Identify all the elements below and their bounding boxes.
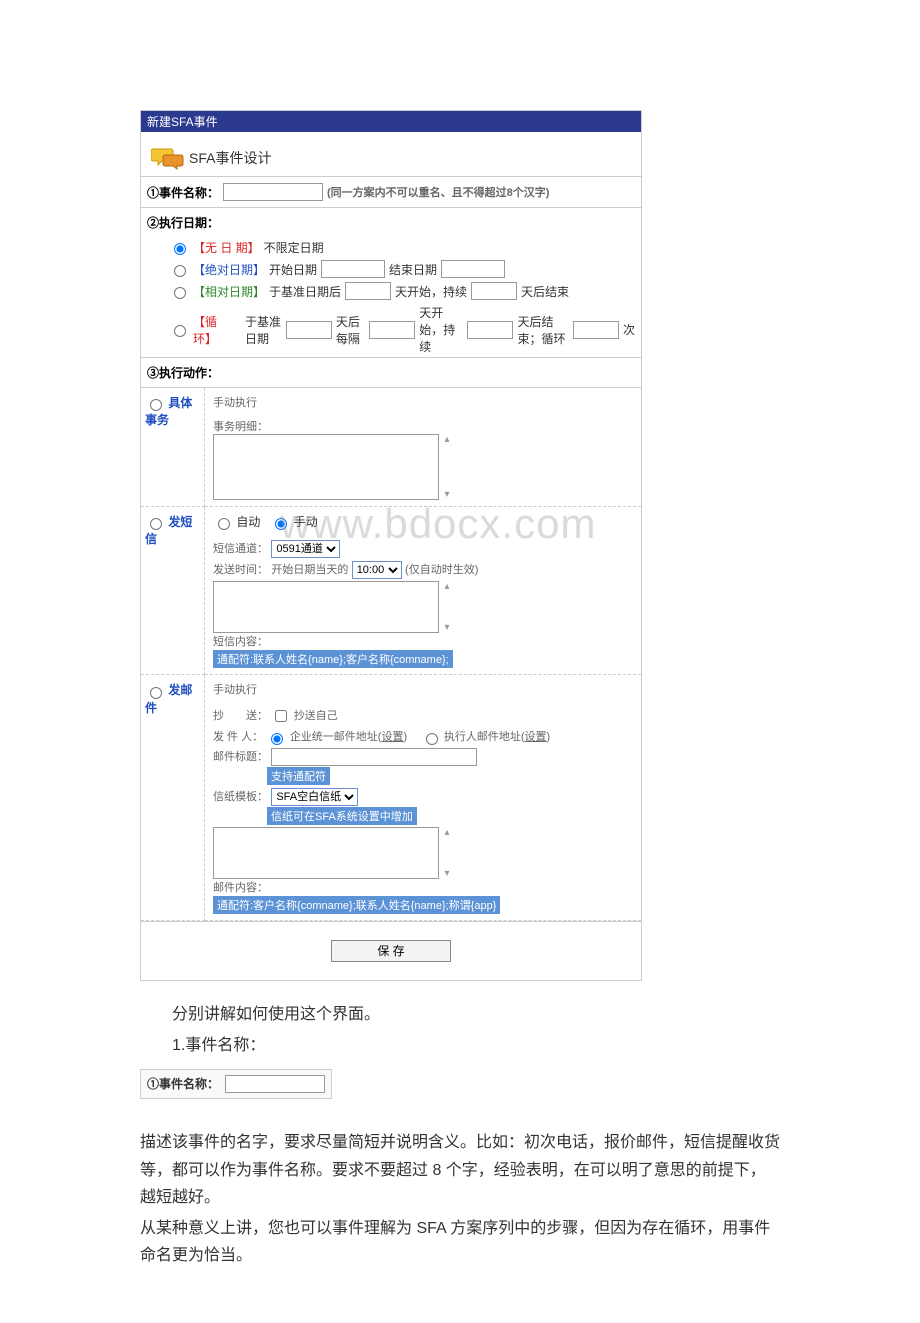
sms-time-select[interactable]: 10:00 (352, 561, 402, 579)
mail-subject-input[interactable] (271, 748, 477, 766)
event-name-input[interactable] (223, 183, 323, 201)
mail-sender-exec-text: 执行人邮件地址( (444, 731, 525, 743)
date-rel-after-input[interactable] (345, 282, 391, 300)
form-panel: 新建SFA事件 SFA事件设计 ①事件名称： (同一方案内不可以重名、且不得超过… (140, 110, 642, 981)
date-abs-end: 结束日期 (389, 261, 437, 278)
task-detail-textarea[interactable] (213, 434, 439, 500)
panel-title: 新建SFA事件 (141, 111, 641, 132)
chat-bubbles-icon (151, 146, 183, 170)
mail-sender-label: 发 件 人： (213, 731, 263, 743)
scrollbar-icon: ▴▾ (439, 434, 455, 500)
mail-tpl-select[interactable]: SFA空白信纸 (271, 788, 358, 806)
sms-wildcard-hint: 通配符:联系人姓名{name};客户名称{comname}; (213, 650, 453, 668)
mail-content-label: 邮件内容： (213, 882, 268, 894)
date-rel-t2: 天开始，持续 (395, 283, 467, 300)
mail-sender-exec-link[interactable]: 设置 (525, 731, 547, 743)
date-rel-dur-input[interactable] (471, 282, 517, 300)
doc-p3: 从某种意义上讲，您也可以事件理解为 SFA 方案序列中的步骤，但因为存在循环，用… (140, 1215, 780, 1269)
mail-tpl-label: 信纸模板： (213, 791, 268, 803)
exec-action-heading: ③执行动作： (141, 357, 641, 387)
doc-p1: 分别讲解如何使用这个界面。 (140, 1001, 780, 1028)
date-loop-t4: 天后结束；循环 (517, 313, 569, 347)
mail-manual: 手动执行 (213, 681, 633, 697)
sms-channel-label: 短信通道： (213, 543, 268, 555)
date-loop-t1: 于基准日期 (245, 313, 282, 347)
date-loop-t5: 次 (623, 321, 635, 338)
mail-cc-self-label: 抄送自己 (294, 711, 338, 723)
date-loop-i4[interactable] (573, 321, 619, 339)
mini-event-name-panel: ①事件名称： (140, 1069, 332, 1099)
mail-sender-corp-text: 企业统一邮件地址( (290, 731, 382, 743)
mail-tpl-hint: 信纸可在SFA系统设置中增加 (267, 807, 417, 825)
doc-body: 分别讲解如何使用这个界面。 1.事件名称： ①事件名称： 描述该事件的名字，要求… (140, 1001, 780, 1270)
date-loop-t2: 天后每隔 (336, 313, 365, 347)
date-abs-start-input[interactable] (321, 260, 385, 278)
date-loop-radio[interactable] (174, 325, 186, 337)
date-loop-i1[interactable] (286, 321, 332, 339)
date-loop-i2[interactable] (369, 321, 415, 339)
task-manual: 手动执行 (213, 394, 633, 410)
date-rel-radio[interactable] (174, 287, 186, 299)
mail-wildcard-hint: 通配符:客户名称{comname};联系人姓名{name};称谓{app} (213, 896, 500, 914)
date-rel-tag: 【相对日期】 (193, 283, 265, 300)
date-loop-i3[interactable] (467, 321, 513, 339)
mail-subject-label: 邮件标题： (213, 751, 268, 763)
sms-time-text2: (仅自动时生效) (405, 564, 478, 576)
scrollbar-icon: ▴▾ (439, 827, 455, 879)
doc-h1: 1.事件名称： (140, 1032, 780, 1059)
event-name-hint: (同一方案内不可以重名、且不得超过8个汉字) (327, 184, 549, 200)
date-loop-tag: 【循 环】 (193, 313, 241, 347)
scrollbar-icon: ▴▾ (439, 581, 455, 633)
doc-p2: 描述该事件的名字，要求尽量简短并说明含义。比如：初次电话，报价邮件，短信提醒收货… (140, 1129, 780, 1211)
event-name-label: ①事件名称： (147, 184, 219, 201)
date-rel-t1: 于基准日期后 (269, 283, 341, 300)
sms-auto-label: 自动 (236, 515, 260, 529)
mail-cc-self-checkbox[interactable] (275, 710, 287, 722)
sms-time-label: 发送时间： (213, 564, 268, 576)
exec-date-heading: ②执行日期： (141, 207, 641, 237)
mail-cc-label: 抄 送： (213, 711, 268, 723)
mail-sender-corp-radio[interactable] (271, 733, 283, 745)
date-none-radio[interactable] (174, 243, 186, 255)
date-abs-end-input[interactable] (441, 260, 505, 278)
mail-content-textarea[interactable] (213, 827, 439, 879)
mail-wildcard-support: 支持通配符 (267, 767, 330, 785)
sms-manual-label: 手动 (294, 515, 318, 529)
mini-event-name-label: ①事件名称： (147, 1074, 219, 1094)
mail-sender-exec-radio[interactable] (426, 733, 438, 745)
action-sms-radio[interactable] (150, 518, 162, 530)
date-none-text: 不限定日期 (264, 239, 324, 256)
task-detail-label: 事务明细： (213, 418, 633, 434)
action-mail-radio[interactable] (150, 687, 162, 699)
mini-event-name-input[interactable] (225, 1075, 325, 1093)
sms-content-label: 短信内容： (213, 633, 268, 649)
sms-auto-radio[interactable] (218, 518, 230, 530)
date-abs-radio[interactable] (174, 265, 186, 277)
design-title: SFA事件设计 (189, 148, 271, 168)
save-button[interactable]: 保 存 (331, 940, 451, 962)
date-abs-tag: 【绝对日期】 (193, 261, 265, 278)
date-loop-t3: 天开始，持续 (419, 304, 463, 355)
action-task-radio[interactable] (150, 399, 162, 411)
mail-sender-corp-close: ) (403, 731, 407, 743)
sms-manual-radio[interactable] (275, 518, 287, 530)
mail-sender-corp-link[interactable]: 设置 (381, 731, 403, 743)
sms-time-text1: 开始日期当天的 (271, 564, 348, 576)
date-none-tag: 【无 日 期】 (193, 239, 260, 256)
sms-channel-select[interactable]: 0591通道 (271, 540, 340, 558)
mail-sender-exec-close: ) (547, 731, 551, 743)
date-rel-t3: 天后结束 (521, 283, 569, 300)
sms-content-textarea[interactable] (213, 581, 439, 633)
date-abs-start: 开始日期 (269, 261, 317, 278)
